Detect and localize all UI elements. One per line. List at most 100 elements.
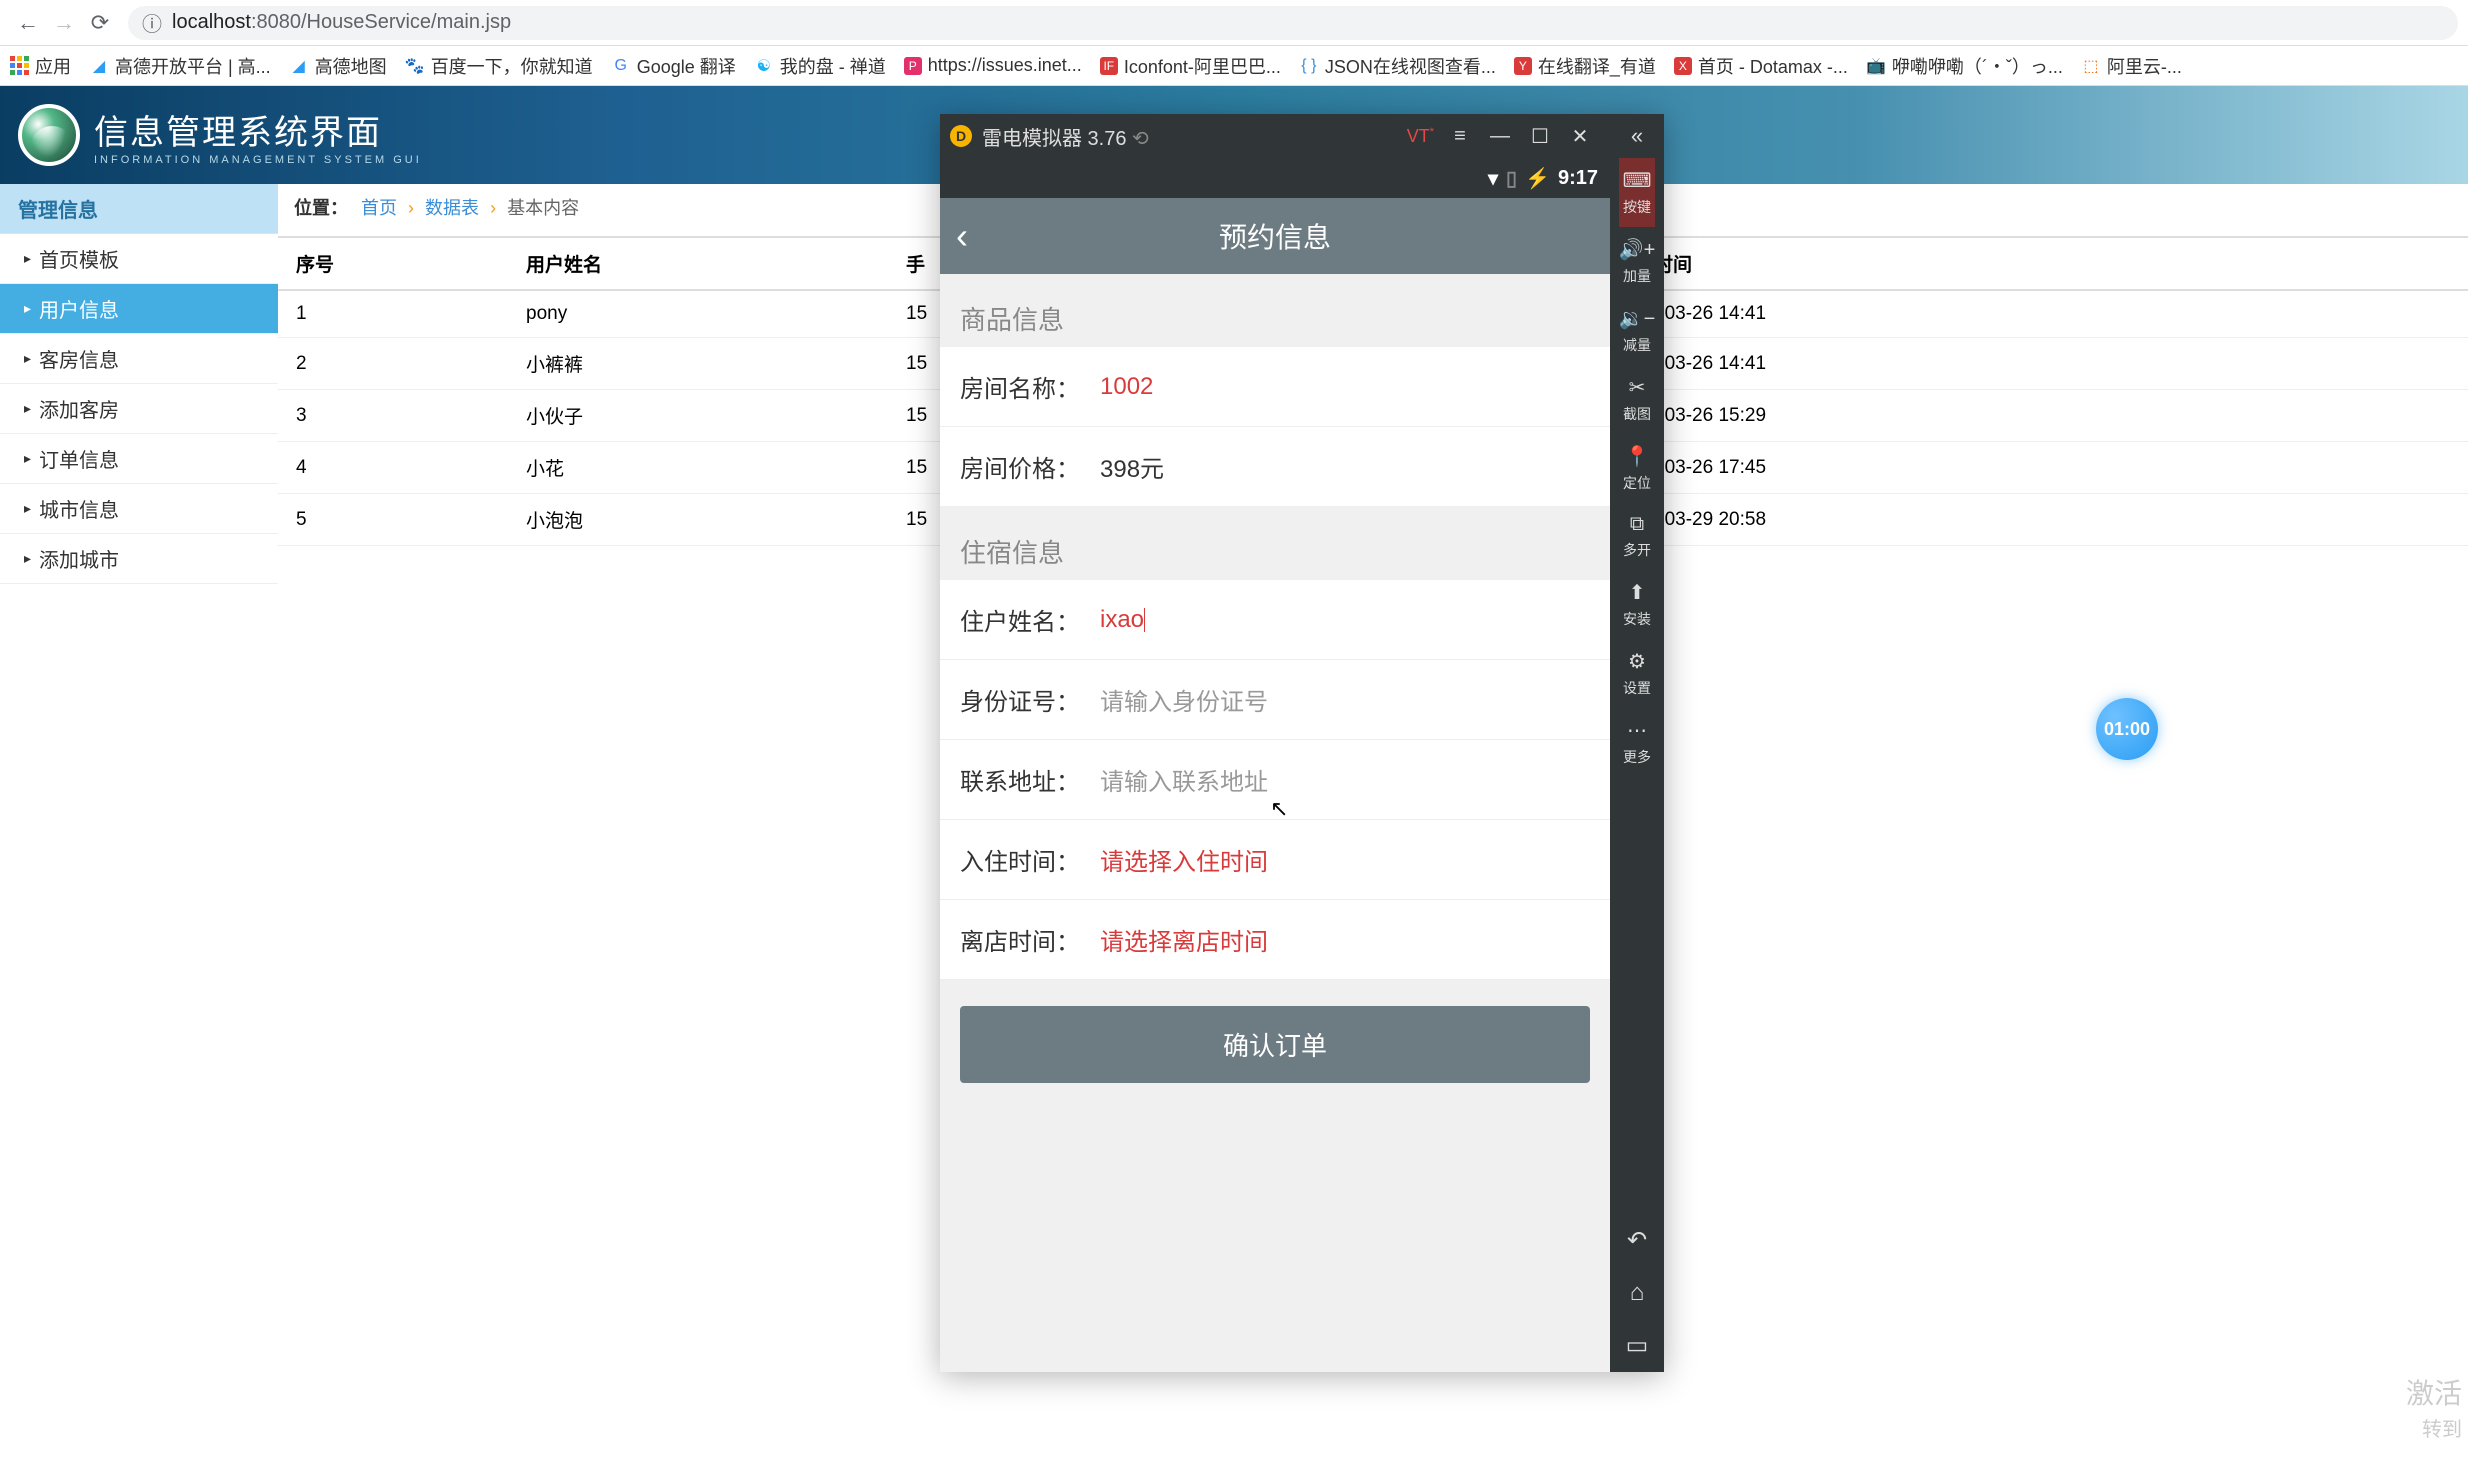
sidebar-item-add-city[interactable]: ▸添加城市 <box>0 534 278 584</box>
rail-label: 截图 <box>1623 404 1651 424</box>
apps-icon <box>10 56 29 75</box>
battery-icon: ⚡ <box>1525 166 1550 191</box>
row-id-number[interactable]: 身份证号： 请输入身份证号 <box>940 660 1610 740</box>
chevron-right-icon: ▸ <box>24 350 31 367</box>
emulator-window: D 雷电模拟器 3.76 ⟲ VT* ≡ — ☐ ✕ ▾ ▯ ⚡ 9:17 ‹ … <box>940 114 1664 1372</box>
reload-button[interactable]: ⟳ <box>82 5 118 41</box>
emulator-title: 雷电模拟器 3.76 ⟲ <box>982 122 1407 151</box>
rail-icon: ✂ <box>1629 375 1646 400</box>
value-room-price: 398元 <box>1100 449 1590 484</box>
bookmark-item[interactable]: { }JSON在线视图查看... <box>1299 53 1496 79</box>
breadcrumb-label: 位置： <box>294 198 348 218</box>
bookmark-icon: G <box>611 56 631 76</box>
sidebar-item-room-info[interactable]: ▸客房信息 <box>0 334 278 384</box>
bookmarks-bar: 应用 ◢高德开放平台 | 高... ◢高德地图 🐾百度一下，你就知道 GGoog… <box>0 46 2468 86</box>
row-address[interactable]: 联系地址： 请输入联系地址 <box>940 740 1610 820</box>
app-title: 预约信息 <box>996 216 1554 256</box>
row-checkout[interactable]: 离店时间： 请选择离店时间 <box>940 900 1610 980</box>
bookmark-item[interactable]: GGoogle 翻译 <box>611 53 736 79</box>
rail-label: 定位 <box>1623 473 1651 493</box>
bookmark-item[interactable]: ⬚阿里云-... <box>2081 53 2182 79</box>
wifi-icon: ▾ <box>1488 166 1498 191</box>
row-room-price: 房间价格： 398元 <box>940 427 1610 507</box>
bookmark-icon: ◢ <box>89 56 109 76</box>
bookmark-item[interactable]: Phttps://issues.inet... <box>904 55 1082 76</box>
cell-time: 2020-03-26 14:41 <box>1598 338 2468 390</box>
cell-idx: 1 <box>278 290 508 338</box>
android-recent-button[interactable]: ▭ <box>1610 1319 1664 1372</box>
back-icon[interactable]: ‹ <box>956 215 996 257</box>
rail-button-加量[interactable]: 🔊+加量 <box>1619 227 1656 296</box>
bookmark-item[interactable]: 🐾百度一下，你就知道 <box>405 53 593 79</box>
sidebar-item-user-info[interactable]: ▸用户信息 <box>0 284 278 334</box>
chevron-right-icon: ▸ <box>24 500 31 517</box>
bookmark-item[interactable]: IFIconfont-阿里巴巴... <box>1100 53 1281 79</box>
address-bar[interactable]: ⓘ localhost:8080/HouseService/main.jsp <box>128 6 2458 40</box>
cell-name: 小伙子 <box>508 390 888 442</box>
rail-button-安装[interactable]: ⬆安装 <box>1619 570 1656 639</box>
close-button[interactable]: ✕ <box>1560 124 1600 149</box>
bookmark-icon: { } <box>1299 56 1319 76</box>
bookmark-item[interactable]: Y在线翻译_有道 <box>1514 53 1656 79</box>
cell-name: 小花 <box>508 442 888 494</box>
chevron-right-icon: › <box>408 198 414 218</box>
back-button[interactable]: ← <box>10 5 46 41</box>
android-back-button[interactable]: ↶ <box>1610 1214 1664 1267</box>
status-time: 9:17 <box>1558 167 1598 190</box>
booking-form: 商品信息 房间名称： 1002 房间价格： 398元 住宿信息 住户姓名： ix… <box>940 274 1610 1372</box>
status-bar: ▾ ▯ ⚡ 9:17 <box>940 158 1610 198</box>
forward-button[interactable]: → <box>46 5 82 41</box>
rail-button-设置[interactable]: ⚙设置 <box>1619 639 1656 708</box>
th-time: 添加时间 <box>1598 237 2468 290</box>
input-guest-name[interactable]: ixao <box>1100 606 1590 634</box>
row-checkin[interactable]: 入住时间： 请选择入住时间 <box>940 820 1610 900</box>
breadcrumb-link[interactable]: 数据表 <box>425 198 479 218</box>
select-checkout[interactable]: 请选择离店时间 <box>1100 922 1590 957</box>
bookmark-item[interactable]: 📺咿嘞咿嘞（´・ˇ）っ... <box>1866 53 2063 79</box>
logo-icon <box>18 104 80 166</box>
timer-bubble[interactable]: 01:00 <box>2096 698 2158 760</box>
rail-button-更多[interactable]: ⋯更多 <box>1619 708 1656 777</box>
menu-button[interactable]: ≡ <box>1440 125 1480 148</box>
minimize-button[interactable]: — <box>1480 125 1520 148</box>
rail-icon: 🔉− <box>1619 306 1656 331</box>
rail-label: 多开 <box>1623 540 1651 560</box>
emulator-side-rail: « ⌨按键🔊+加量🔉−减量 ✂ 截图 📍 定位 ⧉多开⬆安装⚙设置⋯更多 ↶ ⌂ ▭ <box>1610 114 1664 1372</box>
maximize-button[interactable]: ☐ <box>1520 124 1560 149</box>
rail-button-截图[interactable]: ✂ 截图 <box>1619 365 1656 434</box>
input-id[interactable]: 请输入身份证号 <box>1100 682 1590 717</box>
sidebar-item-add-room[interactable]: ▸添加客房 <box>0 384 278 434</box>
sim-icon: ▯ <box>1506 166 1517 191</box>
rail-button-定位[interactable]: 📍 定位 <box>1619 434 1656 503</box>
sidebar-item-order-info[interactable]: ▸订单信息 <box>0 434 278 484</box>
rail-button-减量[interactable]: 🔉−减量 <box>1619 296 1656 365</box>
breadcrumb-current: 基本内容 <box>507 198 579 218</box>
select-checkin[interactable]: 请选择入住时间 <box>1100 842 1590 877</box>
bookmark-apps[interactable]: 应用 <box>10 53 71 79</box>
row-guest-name[interactable]: 住户姓名： ixao <box>940 580 1610 660</box>
bookmark-item[interactable]: ☯我的盘 - 禅道 <box>754 53 886 79</box>
rail-button-多开[interactable]: ⧉多开 <box>1619 503 1656 570</box>
rail-button-按键[interactable]: ⌨按键 <box>1619 158 1656 227</box>
label-guest-name: 住户姓名： <box>960 602 1100 637</box>
input-address[interactable]: 请输入联系地址 <box>1100 762 1590 797</box>
sidebar-item-city-info[interactable]: ▸城市信息 <box>0 484 278 534</box>
bookmark-item[interactable]: ◢高德地图 <box>289 53 387 79</box>
label-address: 联系地址： <box>960 762 1100 797</box>
confirm-order-button[interactable]: 确认订单 <box>960 1006 1590 1083</box>
breadcrumb-link[interactable]: 首页 <box>361 198 397 218</box>
chevron-right-icon: ▸ <box>24 400 31 417</box>
chevron-right-icon: ▸ <box>24 300 31 317</box>
android-home-button[interactable]: ⌂ <box>1610 1267 1664 1319</box>
bookmark-item[interactable]: ◢高德开放平台 | 高... <box>89 53 271 79</box>
label-room-name: 房间名称： <box>960 369 1100 404</box>
rail-collapse-button[interactable]: « <box>1610 114 1664 158</box>
rail-icon: ⌨ <box>1623 168 1652 193</box>
bookmark-item[interactable]: X首页 - Dotamax -... <box>1674 53 1848 79</box>
th-name: 用户姓名 <box>508 237 888 290</box>
rail-icon: 📍 <box>1625 444 1650 469</box>
emulator-titlebar: D 雷电模拟器 3.76 ⟲ VT* ≡ — ☐ ✕ <box>940 114 1610 158</box>
emulator-logo-icon: D <box>950 125 972 147</box>
watermark-sub: 转到 <box>2422 1413 2462 1442</box>
sidebar-item-home-template[interactable]: ▸首页模板 <box>0 234 278 284</box>
